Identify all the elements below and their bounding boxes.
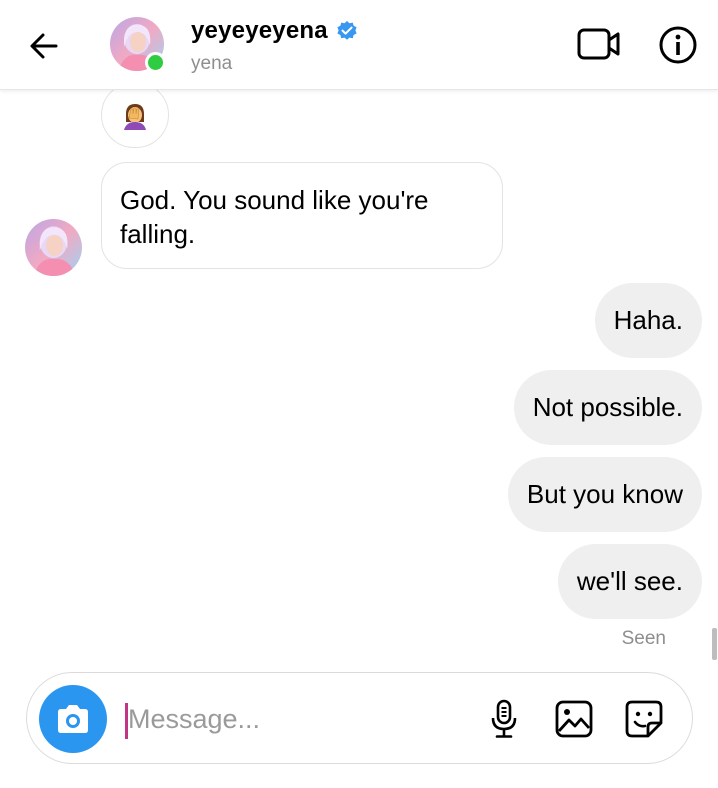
emoji-message[interactable] xyxy=(101,82,169,148)
online-status-dot xyxy=(145,52,166,73)
incoming-message[interactable]: God. You sound like you're falling. xyxy=(101,162,503,269)
facepalm-emoji-icon xyxy=(124,104,146,130)
display-name: yena xyxy=(191,53,233,74)
info-icon xyxy=(659,26,697,64)
camera-icon xyxy=(58,705,88,733)
outgoing-message[interactable]: Haha. xyxy=(594,283,702,358)
seen-status: Seen xyxy=(621,628,666,649)
chat-header: yeyeyeyena yena xyxy=(0,0,718,90)
message-input[interactable] xyxy=(128,695,468,743)
video-call-button[interactable] xyxy=(574,24,624,64)
video-call-icon xyxy=(577,28,620,60)
message-composer xyxy=(26,672,693,764)
scrollbar[interactable] xyxy=(712,628,717,660)
username: yeyeyeyena xyxy=(191,17,328,44)
voice-message-button[interactable] xyxy=(484,697,524,741)
outgoing-message[interactable]: we'll see. xyxy=(557,544,702,619)
verified-badge-icon xyxy=(337,21,357,40)
sticker-icon xyxy=(625,700,663,738)
back-arrow-icon xyxy=(30,33,58,59)
gallery-icon xyxy=(555,700,593,738)
info-button[interactable] xyxy=(656,23,700,67)
outgoing-message[interactable]: But you know xyxy=(507,457,702,532)
gallery-button[interactable] xyxy=(552,697,596,741)
sticker-button[interactable] xyxy=(622,697,666,741)
back-button[interactable] xyxy=(24,26,64,66)
camera-button[interactable] xyxy=(39,685,107,753)
outgoing-message[interactable]: Not possible. xyxy=(513,370,702,445)
name-row[interactable]: yeyeyeyena xyxy=(191,17,358,45)
microphone-icon xyxy=(491,699,517,738)
sender-avatar[interactable] xyxy=(25,219,82,276)
